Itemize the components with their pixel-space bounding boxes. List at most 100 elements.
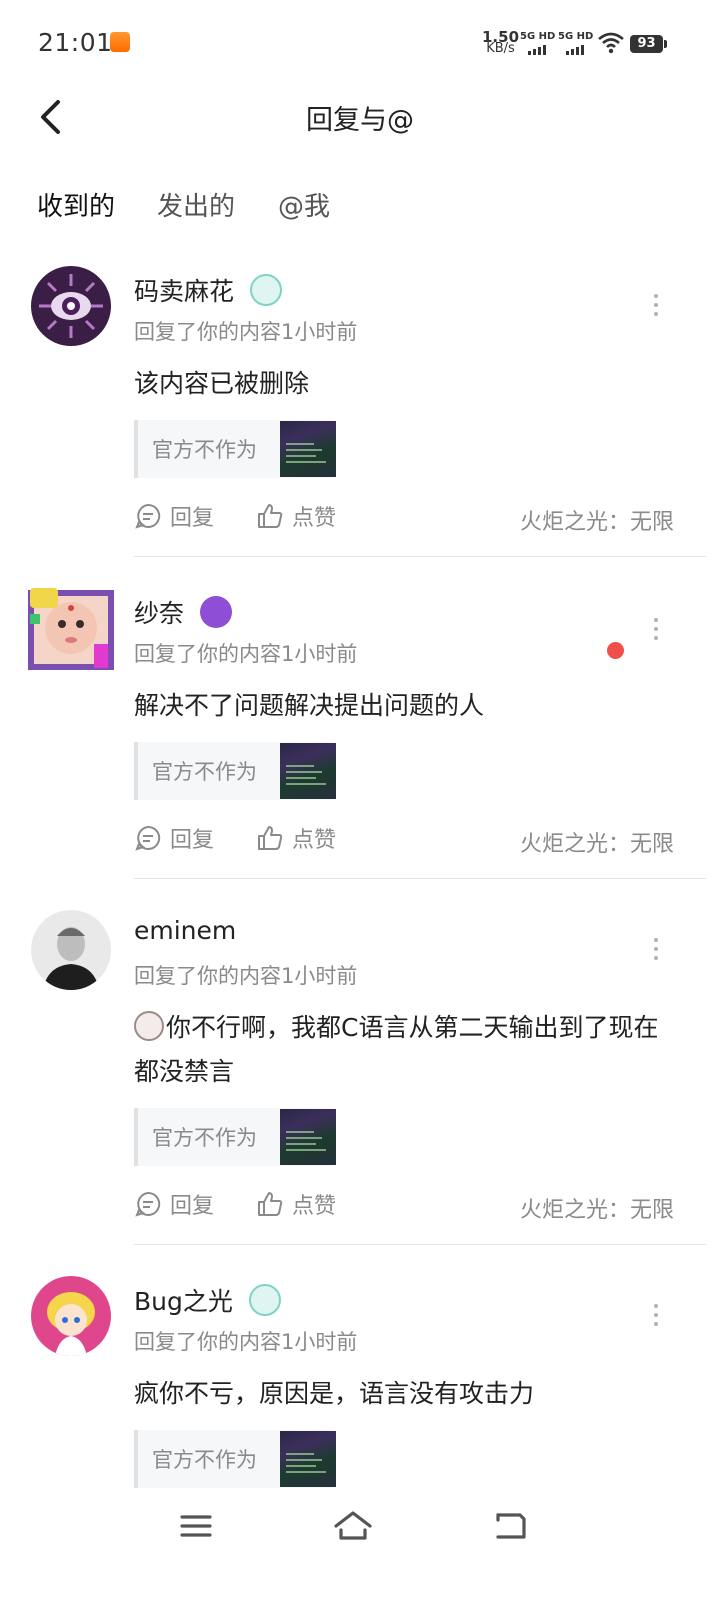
action-row: 回复 点赞 火炬之光：无限	[134, 500, 694, 540]
like-label: 点赞	[292, 506, 337, 531]
reply-label: 回复	[170, 1194, 215, 1219]
avatar[interactable]	[31, 266, 111, 346]
reply-label: 回复	[170, 506, 215, 531]
tab-received[interactable]: 收到的	[37, 186, 115, 223]
battery-level: 93	[630, 35, 663, 53]
username-text: Bug之光	[134, 1287, 233, 1316]
return-icon	[496, 1513, 526, 1539]
username[interactable]: 码卖麻花	[134, 272, 282, 309]
reply-button[interactable]: 回复	[134, 822, 214, 854]
avatar[interactable]	[31, 1276, 111, 1356]
tab-sent[interactable]: 发出的	[157, 186, 235, 223]
quoted-post[interactable]: 官方不作为	[134, 742, 336, 800]
quoted-post-text: 官方不作为	[152, 1448, 257, 1472]
username-text: 码卖麻花	[134, 277, 235, 306]
reply-meta: 回复了你的内容1小时前	[134, 1330, 358, 1354]
tab-bar: 收到的 发出的 @我	[0, 180, 720, 236]
status-time: 21:01	[38, 28, 113, 57]
reply-meta: 回复了你的内容1小时前	[134, 964, 358, 988]
reply-content: 解决不了问题解决提出问题的人	[134, 691, 485, 720]
like-label: 点赞	[292, 1194, 337, 1219]
reply-item[interactable]: 纱奈 回复了你的内容1小时前 解决不了问题解决提出问题的人 官方不作为 回复 点…	[0, 572, 720, 882]
username[interactable]: Bug之光	[134, 1282, 281, 1319]
username[interactable]: eminem	[134, 916, 236, 945]
reply-label: 回复	[170, 828, 215, 853]
thumbs-up-icon	[258, 1192, 283, 1216]
network-speed: 1.50 KB/s	[482, 30, 519, 56]
reply-item[interactable]: 码卖麻花 回复了你的内容1小时前 该内容已被删除 官方不作为 回复 点赞 火炬之…	[0, 250, 720, 560]
comment-icon	[135, 1191, 161, 1217]
action-row: 回复 点赞 火炬之光：无限	[134, 1188, 694, 1228]
reply-content-text: 你不行啊，我都C语言从第二天输出到了现在都没禁言	[134, 1013, 659, 1086]
cat-emoji-icon	[134, 1011, 164, 1041]
divider	[134, 556, 706, 557]
quoted-post-thumbnail	[280, 1109, 336, 1165]
taobao-app-icon	[110, 32, 130, 52]
home-button[interactable]	[332, 1508, 376, 1548]
reply-item[interactable]: eminem 回复了你的内容1小时前 你不行啊，我都C语言从第二天输出到了现在都…	[0, 894, 720, 1250]
action-row: 回复 点赞 火炬之光：无限	[134, 822, 694, 862]
game-tag[interactable]: 火炬之光：无限	[520, 1192, 674, 1224]
like-label: 点赞	[292, 828, 337, 853]
network-speed-unit: KB/s	[486, 41, 515, 56]
more-options-icon[interactable]	[646, 938, 666, 966]
username[interactable]: 纱奈	[134, 594, 232, 631]
more-options-icon[interactable]	[646, 618, 666, 646]
username-text: 纱奈	[134, 599, 185, 628]
reply-item[interactable]: Bug之光 回复了你的内容1小时前 疯你不亏，原因是，语言没有攻击力 官方不作为	[0, 1260, 720, 1500]
menu-button[interactable]	[176, 1508, 220, 1548]
home-icon	[334, 1511, 372, 1540]
quoted-post[interactable]: 官方不作为	[134, 420, 336, 478]
comment-icon	[135, 825, 161, 851]
system-nav-bar	[0, 1492, 720, 1600]
reply-button[interactable]: 回复	[134, 500, 214, 532]
quoted-post-text: 官方不作为	[152, 438, 257, 462]
quoted-post-thumbnail	[280, 743, 336, 799]
username-text: eminem	[134, 916, 237, 945]
reply-meta: 回复了你的内容1小时前	[134, 320, 358, 344]
teal-lamp-badge-icon	[249, 274, 282, 306]
header: 回复与@	[0, 80, 720, 160]
like-button[interactable]: 点赞	[256, 1188, 336, 1220]
battery-icon: 93	[630, 35, 667, 53]
quoted-post[interactable]: 官方不作为	[134, 1430, 336, 1488]
avatar-anime-image	[31, 1276, 111, 1356]
page-title: 回复与@	[306, 105, 414, 136]
sim1-signal-icon: 5G HD	[520, 31, 556, 55]
unread-dot	[607, 642, 624, 659]
quoted-post-text: 官方不作为	[152, 1126, 257, 1150]
reply-content: 疯你不亏，原因是，语言没有攻击力	[134, 1379, 535, 1408]
more-options-icon[interactable]	[646, 294, 666, 322]
thumbs-up-icon	[258, 826, 283, 850]
quoted-post-text: 官方不作为	[152, 760, 257, 784]
reply-content: 你不行啊，我都C语言从第二天输出到了现在都没禁言	[134, 1006, 674, 1094]
sim1-label: 5G HD	[520, 31, 556, 42]
quoted-post-thumbnail	[280, 1431, 336, 1487]
reply-meta: 回复了你的内容1小时前	[134, 642, 358, 666]
back-nav-button[interactable]	[490, 1508, 534, 1548]
game-tag[interactable]: 火炬之光：无限	[520, 504, 674, 536]
purple-gamepad-badge-icon	[199, 596, 232, 628]
quoted-post-thumbnail	[280, 421, 336, 477]
avatar-eye-image	[31, 266, 111, 346]
reply-content: 该内容已被删除	[134, 369, 310, 398]
reply-button[interactable]: 回复	[134, 1188, 214, 1220]
like-button[interactable]: 点赞	[256, 500, 336, 532]
comment-icon	[135, 503, 161, 529]
avatar-portrait-image	[31, 910, 111, 990]
sim2-label: 5G HD	[558, 31, 594, 42]
wifi-icon	[598, 32, 624, 54]
status-bar: 21:01 1.50 KB/s 5G HD 5G HD 93	[0, 0, 720, 80]
sim2-signal-icon: 5G HD	[558, 31, 594, 55]
avatar[interactable]	[31, 910, 111, 990]
more-options-icon[interactable]	[646, 1304, 666, 1332]
quoted-post[interactable]: 官方不作为	[134, 1108, 336, 1166]
menu-icon	[180, 1515, 212, 1537]
like-button[interactable]: 点赞	[256, 822, 336, 854]
game-tag[interactable]: 火炬之光：无限	[520, 826, 674, 858]
avatar[interactable]	[24, 584, 118, 674]
thumbs-up-icon	[258, 504, 283, 528]
divider	[134, 1244, 706, 1245]
teal-lamp-badge-icon	[248, 1284, 281, 1316]
tab-mentions[interactable]: @我	[278, 186, 330, 223]
